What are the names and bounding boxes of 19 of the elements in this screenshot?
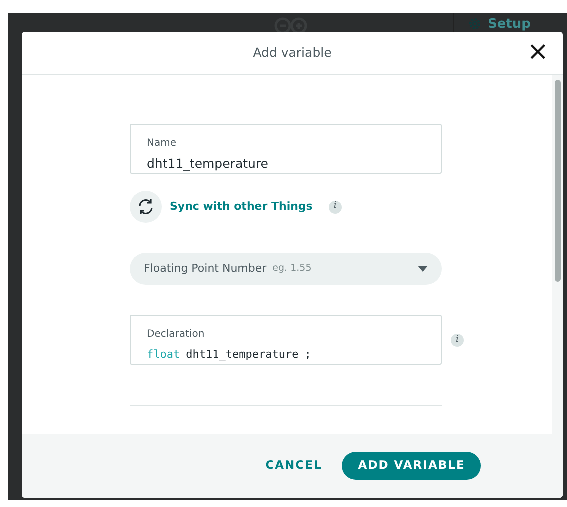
setup-label[interactable]: Setup: [488, 17, 531, 33]
code-punctuation: ;: [304, 347, 312, 363]
sync-icon[interactable]: [130, 191, 162, 223]
type-dropdown[interactable]: Floating Point Number eg. 1.55: [130, 253, 442, 285]
logo-icon: [274, 17, 308, 35]
scrollbar[interactable]: [552, 75, 563, 434]
code-identifier: dht11_temperature: [186, 347, 299, 363]
caret-icon: [418, 266, 428, 272]
info-icon[interactable]: i: [451, 334, 464, 347]
info-icon[interactable]: i: [328, 200, 342, 214]
declaration-field[interactable]: Declaration float dht11_temperature ;: [130, 315, 442, 365]
gear-icon: [468, 17, 482, 31]
code-keyword: float: [147, 347, 180, 363]
close-button[interactable]: ×: [523, 38, 553, 66]
sync-link[interactable]: Sync with other Things: [170, 198, 313, 216]
add-variable-button[interactable]: ADD VARIABLE: [342, 452, 482, 480]
cancel-button[interactable]: CANCEL: [262, 453, 326, 479]
name-field[interactable]: Name dht11_temperature: [130, 124, 442, 174]
dialog-title: Add variable: [253, 44, 332, 62]
